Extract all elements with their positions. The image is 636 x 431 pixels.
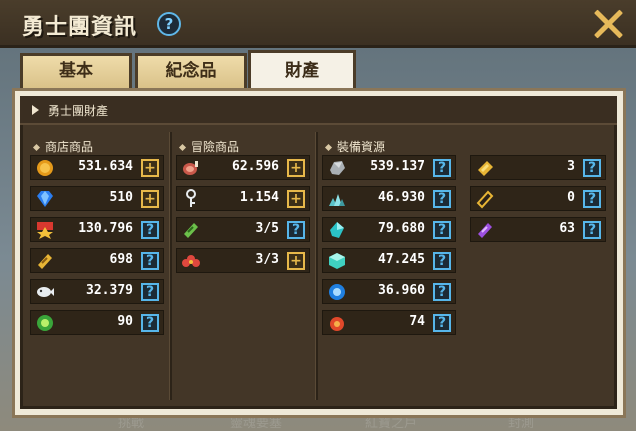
crystal-pile-icon [329,194,345,206]
window-title: 勇士團資訊 [22,15,138,40]
help-button[interactable]: ? [287,221,305,239]
item-value: 46.930 [378,190,425,205]
item-value: 36.960 [378,283,425,298]
aqua-cube-icon [329,253,345,269]
list-item: 531.634 + [30,155,164,180]
add-button[interactable]: + [141,190,159,208]
help-button[interactable]: ? [433,252,451,270]
item-value: 0 [567,190,575,205]
item-value: 539.137 [370,159,425,174]
red-flower-icon [182,255,200,267]
item-value: 698 [109,252,133,267]
list-item: 36.960 ? [322,279,456,304]
help-button[interactable]: ? [141,221,159,239]
help-button[interactable]: ? [141,283,159,301]
list-item: 3/5 ? [176,217,310,242]
item-value: 531.634 [78,159,133,174]
column-divider [169,132,172,400]
key-icon [186,189,196,207]
fire-orb-icon [330,317,344,331]
list-item: 46.930 ? [322,186,456,211]
white-fish-icon [37,287,54,297]
arrow-icon [32,105,39,115]
section-title-equipment-label: 裝備資源 [337,140,386,154]
item-value: 3 [567,159,575,174]
item-value: 510 [109,190,133,205]
item-value: 32.379 [86,283,133,298]
help-button[interactable]: ? [433,221,451,239]
blue-ring-icon [329,284,345,300]
assets-header: 勇士團財產 [20,96,617,125]
section-title-shop-label: 商店商品 [45,140,94,154]
close-icon[interactable] [590,6,626,42]
cyan-shard-icon [330,222,344,238]
tab-souvenirs[interactable]: 紀念品 [135,53,247,89]
green-ticket-icon [184,223,198,238]
red-medal-icon [37,222,53,239]
gold-ticket-icon [38,254,52,269]
item-value: 62.596 [232,159,279,174]
list-item: 130.796 ? [30,217,164,242]
list-item: 3/3 + [176,248,310,273]
help-icon[interactable]: ? [157,12,181,36]
add-button[interactable]: + [287,252,305,270]
list-item: 0 ? [470,186,606,211]
add-button[interactable]: + [287,190,305,208]
list-item: 510 + [30,186,164,211]
item-value: 63 [559,221,575,236]
list-item: 3 ? [470,155,606,180]
list-item: 32.379 ? [30,279,164,304]
column-divider [315,132,318,400]
section-title-adventure-label: 冒險商品 [191,140,240,154]
item-value: 74 [409,314,425,329]
green-orb-icon [37,315,53,331]
item-value: 3/5 [255,221,279,236]
gold-coin-icon [37,160,53,176]
help-button[interactable]: ? [433,190,451,208]
purple-ticket-icon [478,223,492,238]
list-item: 1.154 + [176,186,310,211]
help-button[interactable]: ? [433,159,451,177]
section-title-adventure: 冒險商品 [178,138,240,155]
item-value: 1.154 [239,190,279,205]
help-button[interactable]: ? [583,159,601,177]
list-item: 62.596 + [176,155,310,180]
list-item: 90 ? [30,310,164,335]
item-value: 90 [117,314,133,329]
meat-icon [183,161,198,175]
section-title-shop: 商店商品 [32,138,94,155]
stone-icon [330,161,345,175]
item-value: 3/3 [255,252,279,267]
add-button[interactable]: + [141,159,159,177]
list-item: 63 ? [470,217,606,242]
tab-basic[interactable]: 基本 [20,53,132,89]
list-item: 539.137 ? [322,155,456,180]
help-button[interactable]: ? [583,221,601,239]
list-item: 47.245 ? [322,248,456,273]
item-value: 47.245 [378,252,425,267]
item-value: 130.796 [78,221,133,236]
help-button[interactable]: ? [141,314,159,332]
help-button[interactable]: ? [141,252,159,270]
assets-header-label: 勇士團財產 [48,104,109,118]
section-title-equipment: 裝備資源 [324,138,386,155]
blue-gem-icon [37,191,53,207]
list-item: 79.680 ? [322,217,456,242]
item-value: 79.680 [378,221,425,236]
tab-assets[interactable]: 財產 [248,50,356,92]
gold-coupon-icon [478,161,493,176]
help-button[interactable]: ? [583,190,601,208]
list-item: 74 ? [322,310,456,335]
list-item: 698 ? [30,248,164,273]
gold-scroll-icon [476,190,494,209]
help-button[interactable]: ? [433,314,451,332]
title-bar: 勇士團資訊 ? [0,0,636,48]
help-button[interactable]: ? [433,283,451,301]
add-button[interactable]: + [287,159,305,177]
